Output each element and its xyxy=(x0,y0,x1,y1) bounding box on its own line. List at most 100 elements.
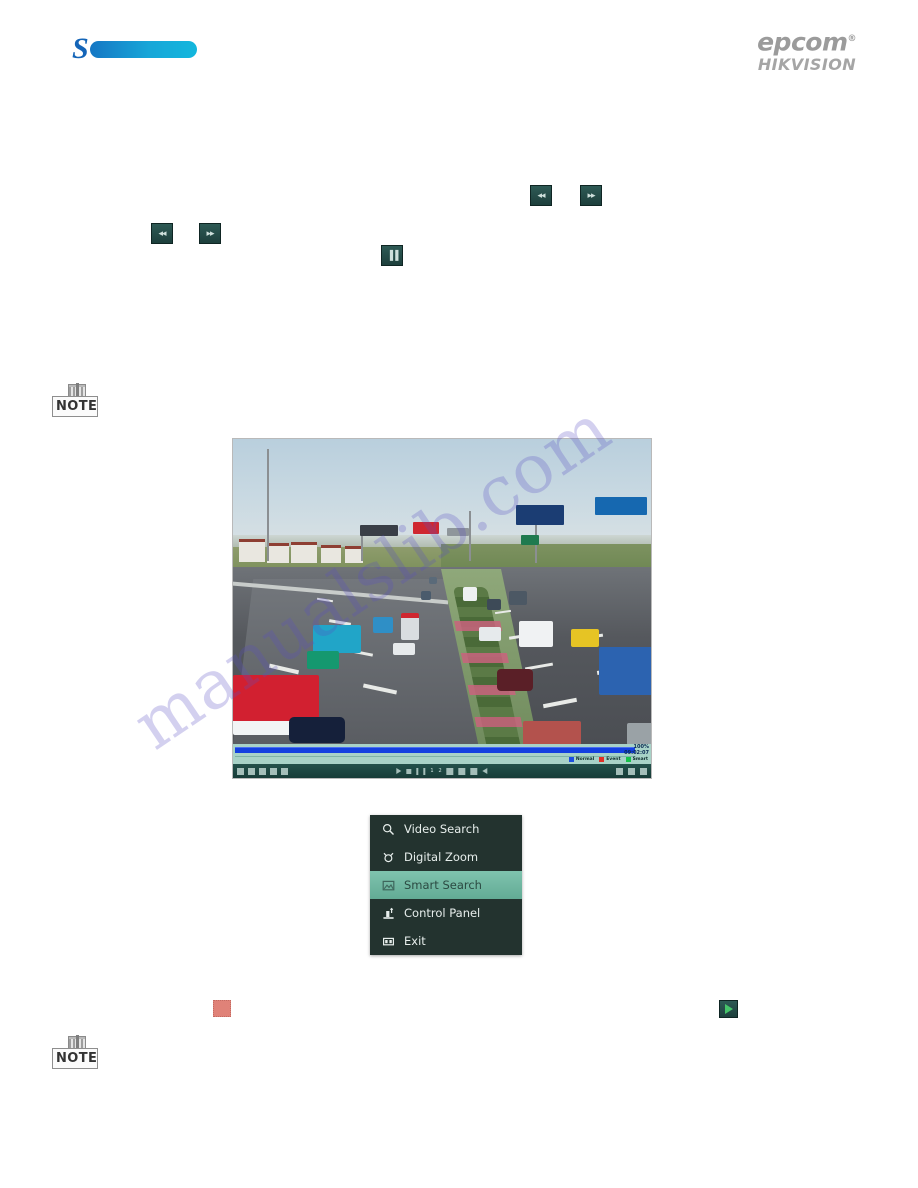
menu-item-label: Video Search xyxy=(404,822,480,836)
pause-icon: ▐▐ xyxy=(386,250,399,260)
note-label: NOTE xyxy=(56,1051,98,1066)
billboard xyxy=(516,505,564,525)
playback-timeline[interactable]: 100% 09:02:07 Normal Event Smart xyxy=(233,744,651,764)
vehicle-blue-lorry xyxy=(599,647,651,695)
reverse-play-icon[interactable] xyxy=(396,768,402,774)
control-panel-icon xyxy=(382,907,404,920)
hikvision-wordmark: HIKVISION xyxy=(757,55,856,75)
legend-swatch-event xyxy=(599,757,605,762)
trademark-symbol: ® xyxy=(847,34,857,44)
zoom-icon xyxy=(382,851,404,864)
legend-item-event: Event xyxy=(599,757,621,762)
vehicle-maroon-car xyxy=(497,669,533,691)
menu-item-control-panel[interactable]: Control Panel xyxy=(370,899,522,927)
vehicle-dark-sedan xyxy=(289,717,345,743)
vehicle-blue-truck xyxy=(373,617,393,633)
building xyxy=(291,542,317,563)
vehicle-distant xyxy=(421,591,431,600)
fast-forward-icon[interactable] xyxy=(458,767,466,775)
menu-item-label: Control Panel xyxy=(404,906,481,920)
stop-icon[interactable] xyxy=(406,768,412,774)
vehicle-white-car xyxy=(393,643,415,655)
mute-icon[interactable] xyxy=(248,767,255,775)
rewind-icon: ◂◂ xyxy=(158,228,166,238)
vehicle-distant xyxy=(429,577,437,584)
camera-scene xyxy=(233,439,651,744)
vehicle-bus-white xyxy=(401,613,419,640)
legend-item-smart: Smart xyxy=(625,757,648,762)
billboard xyxy=(595,497,647,515)
playback-context-menu[interactable]: Video Search Digital Zoom Smart Search C… xyxy=(370,815,522,955)
pause-button[interactable]: ▐▐ xyxy=(381,245,403,266)
prev-day-icon[interactable] xyxy=(470,767,478,775)
brand-logo-left-pill xyxy=(90,41,197,58)
legend-label-normal: Normal xyxy=(575,757,595,762)
building xyxy=(267,543,289,563)
rewind-button[interactable]: ◂◂ xyxy=(151,223,173,244)
menu-item-exit[interactable]: Exit xyxy=(370,927,522,955)
rewind-icon[interactable] xyxy=(446,767,454,775)
pause-icon[interactable] xyxy=(416,767,426,775)
legend-swatch-smart xyxy=(625,757,631,762)
playback-screenshot: 100% 09:02:07 Normal Event Smart 1 2 xyxy=(232,438,652,779)
brand-logo-left: S xyxy=(72,32,197,65)
menu-item-label: Exit xyxy=(404,934,426,948)
timeline-progress-bar[interactable] xyxy=(235,747,635,753)
menu-item-video-search[interactable]: Video Search xyxy=(370,815,522,843)
menu-item-label: Digital Zoom xyxy=(404,850,479,864)
speed-step-2[interactable]: 2 xyxy=(439,768,442,774)
play-button[interactable] xyxy=(719,1000,738,1018)
legend-label-event: Event xyxy=(606,757,621,762)
sky xyxy=(233,439,651,547)
rewind-icon: ◂◂ xyxy=(537,190,545,200)
billboard xyxy=(413,522,439,534)
note-icon-bottom: NOTE xyxy=(50,1035,100,1070)
control-bar-left-group xyxy=(233,767,288,775)
building xyxy=(239,539,265,562)
playback-control-bar[interactable]: 1 2 xyxy=(233,764,651,778)
rewind-button[interactable]: ◂◂ xyxy=(530,185,552,206)
speed-step-1[interactable]: 1 xyxy=(430,768,433,774)
note-icon-top: NOTE xyxy=(50,383,100,418)
play-icon xyxy=(724,1004,733,1014)
billboard xyxy=(360,525,398,536)
note-label: NOTE xyxy=(56,399,98,414)
legend-label-smart: Smart xyxy=(632,757,648,762)
vehicle-white-car xyxy=(479,627,501,641)
clip-icon[interactable] xyxy=(259,767,266,775)
next-day-icon[interactable] xyxy=(482,768,488,774)
vehicle-red-truck xyxy=(523,721,581,744)
vehicle-yellow-truck xyxy=(571,629,599,647)
legend-item-normal: Normal xyxy=(568,757,595,762)
vehicle-grey-truck xyxy=(627,723,651,744)
brand-logo-right: epcom® HIKVISION xyxy=(757,26,856,74)
brand-logo-left-letter: S xyxy=(72,32,89,65)
legend-swatch-normal xyxy=(568,757,574,762)
file-lock-icon[interactable] xyxy=(270,767,277,775)
menu-item-smart-search[interactable]: Smart Search xyxy=(370,871,522,899)
building xyxy=(321,545,341,563)
red-area-swatch xyxy=(213,1000,231,1017)
camera-icon[interactable] xyxy=(628,767,635,775)
vehicle-blue-container-truck xyxy=(313,625,361,653)
timeline-legend: Normal Event Smart xyxy=(568,757,648,762)
vehicle-dark-car xyxy=(487,599,501,610)
grid-view-icon[interactable] xyxy=(616,767,623,775)
fast-forward-button[interactable]: ▸▸ xyxy=(199,223,221,244)
menu-item-digital-zoom[interactable]: Digital Zoom xyxy=(370,843,522,871)
magnifier-icon xyxy=(382,823,404,836)
vehicle-truck xyxy=(509,591,527,605)
exit-icon xyxy=(382,935,404,948)
fast-forward-button[interactable]: ▸▸ xyxy=(580,185,602,206)
control-bar-right-group xyxy=(616,767,647,775)
audio-icon[interactable] xyxy=(237,767,244,775)
timeline-time-label: 09:02:07 xyxy=(624,750,649,756)
tag-icon[interactable] xyxy=(281,767,288,775)
fast-forward-icon: ▸▸ xyxy=(206,228,214,238)
vehicle-white-bus xyxy=(519,621,553,647)
close-icon[interactable] xyxy=(640,767,647,775)
light-pole xyxy=(469,511,471,561)
billboard xyxy=(521,535,539,545)
manual-page: S epcom® HIKVISION ◂◂ ▸▸ ◂◂ ▸▸ ▐▐ NOTE 1… xyxy=(0,0,918,1188)
epcom-wordmark: epcom® xyxy=(757,27,857,57)
